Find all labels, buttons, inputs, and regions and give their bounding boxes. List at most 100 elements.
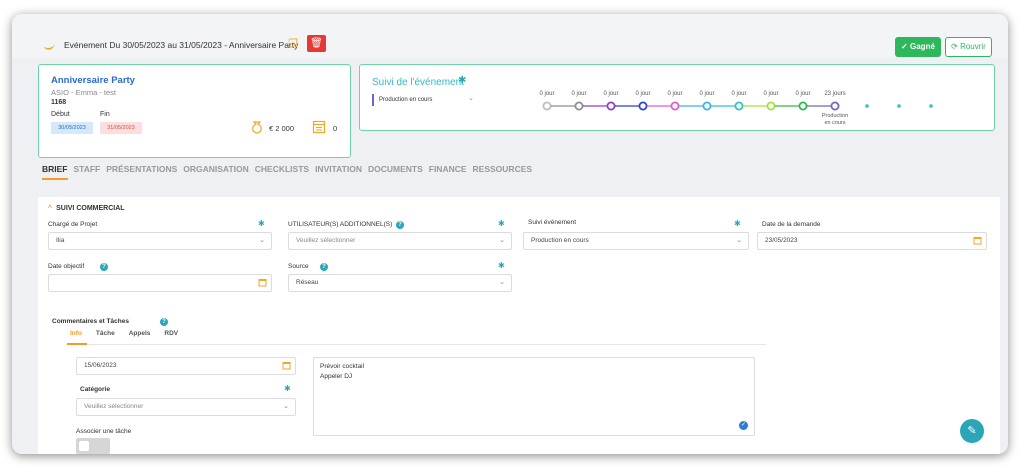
project-manager-label: Chargé de Projet [48, 221, 98, 228]
timeline-step[interactable] [702, 101, 712, 111]
tab-invitation[interactable]: INVITATION [315, 164, 362, 174]
timeline-step[interactable] [830, 101, 840, 111]
request-date-value: 23/05/2023 [765, 237, 798, 244]
toggle-knob [79, 441, 89, 451]
chevron-down-icon: ⌄ [736, 237, 742, 244]
brief-panel: ^ SUIVI COMMERCIAL Chargé de Projet ✱ Ili… [38, 197, 1000, 454]
check-icon[interactable]: ✓ [739, 421, 748, 430]
chevron-down-icon: ⌄ [468, 95, 474, 102]
target-date-input[interactable] [48, 274, 272, 292]
target-date-label: Date objectif [48, 263, 85, 270]
additional-users-placeholder: Veuillez sélectionner [296, 237, 356, 244]
app-window: Evénement Du 30/05/2023 au 31/05/2023 - … [12, 14, 1008, 454]
help-icon[interactable]: ? [160, 318, 168, 326]
timeline-future-dot [865, 104, 869, 108]
subtab-3[interactable]: RDV [164, 330, 178, 337]
comments-subtabs: Info Tâche Appels RDV [70, 330, 192, 337]
active-subtab-underline [67, 343, 87, 345]
event-name: Anniversaire Party [51, 75, 135, 86]
comment-date-input[interactable]: 15/06/2023 [76, 357, 296, 375]
gear-icon[interactable]: ✱ [284, 384, 291, 393]
help-icon[interactable]: ? [396, 221, 404, 229]
tab-checklists[interactable]: CHECKLISTS [255, 164, 309, 174]
help-icon[interactable]: ? [320, 263, 328, 271]
timeline-current-label: en cours [824, 120, 845, 126]
reopen-button[interactable]: ⟳ Rouvrir [945, 37, 992, 57]
end-date-badge: 31/05/2023 [100, 122, 142, 134]
source-select[interactable]: Réseau ⌄ [288, 274, 512, 292]
chevron-up-icon: ^ [48, 205, 53, 212]
calendar-icon[interactable] [973, 236, 982, 245]
gear-icon[interactable]: ✱ [258, 219, 265, 228]
chevron-down-icon: ⌄ [499, 279, 505, 286]
section-title[interactable]: ^ SUIVI COMMERCIAL [48, 205, 125, 212]
project-manager-select[interactable]: Ilia ⌄ [48, 232, 272, 250]
timeline-step[interactable] [798, 101, 808, 111]
event-number: 1168 [51, 99, 67, 106]
end-label: Fin [100, 111, 110, 118]
tab-organisation[interactable]: ORGANISATION [183, 164, 248, 174]
notes-textarea[interactable]: Prévoir cocktail Appeler DJ ✓ [313, 357, 755, 436]
timeline-step-label: 0 jour [795, 91, 810, 97]
chevron-down-icon: ⌄ [283, 403, 289, 410]
category-label: Catégorie [80, 386, 110, 393]
copy-icon[interactable]: ❐ [285, 36, 301, 52]
tab-présentations[interactable]: PRÉSENTATIONS [106, 164, 177, 174]
timeline-step[interactable] [670, 101, 680, 111]
timeline-step-label: 0 jour [731, 91, 746, 97]
source-value: Réseau [296, 279, 319, 286]
calendar-icon[interactable] [282, 361, 291, 370]
category-placeholder: Veuillez sélectionner [84, 403, 144, 410]
gear-icon[interactable]: ✱ [458, 75, 466, 86]
chat-bubble-icon[interactable]: ✎ [960, 419, 984, 443]
section-title-text: SUIVI COMMERCIAL [56, 205, 125, 212]
request-date-input[interactable]: 23/05/2023 [757, 232, 987, 250]
timeline-step[interactable] [734, 101, 744, 111]
subtab-2[interactable]: Appels [129, 330, 151, 337]
tracking-title: Suivi de l'événement [372, 77, 464, 88]
tab-ressources[interactable]: RESSOURCES [473, 164, 533, 174]
gear-icon[interactable]: ✱ [498, 261, 505, 270]
top-bar: Evénement Du 30/05/2023 au 31/05/2023 - … [12, 14, 1008, 58]
tab-staff[interactable]: STAFF [74, 164, 101, 174]
timeline-step[interactable] [574, 101, 584, 111]
additional-users-select[interactable]: Veuillez sélectionner ⌄ [288, 232, 512, 250]
timeline-future-dot [929, 104, 933, 108]
assign-task-toggle[interactable] [76, 438, 110, 454]
subtab-1[interactable]: Tâche [96, 330, 115, 337]
event-tracking-select[interactable]: Production en cours ⌄ [523, 232, 749, 250]
chevron-down-icon: ⌄ [259, 237, 265, 244]
gear-icon[interactable]: ✱ [734, 219, 741, 228]
comments-title: Commentaires et Tâches [52, 318, 129, 325]
tab-brief[interactable]: BRIEF [42, 164, 68, 180]
event-tracking-label: Suivi événement [528, 219, 577, 226]
assign-task-label: Associer une tâche [76, 428, 132, 435]
timeline-future-dot [897, 104, 901, 108]
category-select[interactable]: Veuillez sélectionner ⌄ [76, 398, 296, 416]
event-client: ASIO - Emma - test [51, 88, 117, 97]
start-label: Début [51, 111, 70, 118]
event-tracking-value: Production en cours [531, 237, 589, 244]
calendar-icon[interactable] [258, 278, 267, 287]
timeline-step[interactable] [638, 101, 648, 111]
timeline-step-label: 23 jours [824, 91, 845, 97]
start-date-badge: 30/05/2023 [51, 122, 93, 134]
event-summary-card: Anniversaire Party ASIO - Emma - test 11… [38, 64, 351, 158]
timeline-step[interactable] [542, 101, 552, 111]
timeline-step[interactable] [606, 101, 616, 111]
timeline-step-label: 0 jour [603, 91, 618, 97]
timeline-step[interactable] [766, 101, 776, 111]
tab-finance[interactable]: FINANCE [429, 164, 467, 174]
tab-documents[interactable]: DOCUMENTS [368, 164, 423, 174]
request-date-label: Date de la demande [762, 221, 821, 228]
subtab-0[interactable]: Info [70, 330, 82, 337]
timeline-step-label: 0 jour [571, 91, 586, 97]
source-label: Source [288, 263, 309, 270]
won-button[interactable]: ✓ Gagné [895, 37, 941, 57]
help-icon[interactable]: ? [100, 263, 108, 271]
timeline-step-label: 0 jour [763, 91, 778, 97]
tracking-timeline: 0 jour 0 jour 0 jour 0 jour 0 jour 0 jour 0 jo… [539, 91, 933, 126]
tracking-status-select[interactable]: Production en cours [372, 94, 472, 106]
trash-icon[interactable]: 🗑 [307, 35, 326, 52]
gear-icon[interactable]: ✱ [498, 219, 505, 228]
